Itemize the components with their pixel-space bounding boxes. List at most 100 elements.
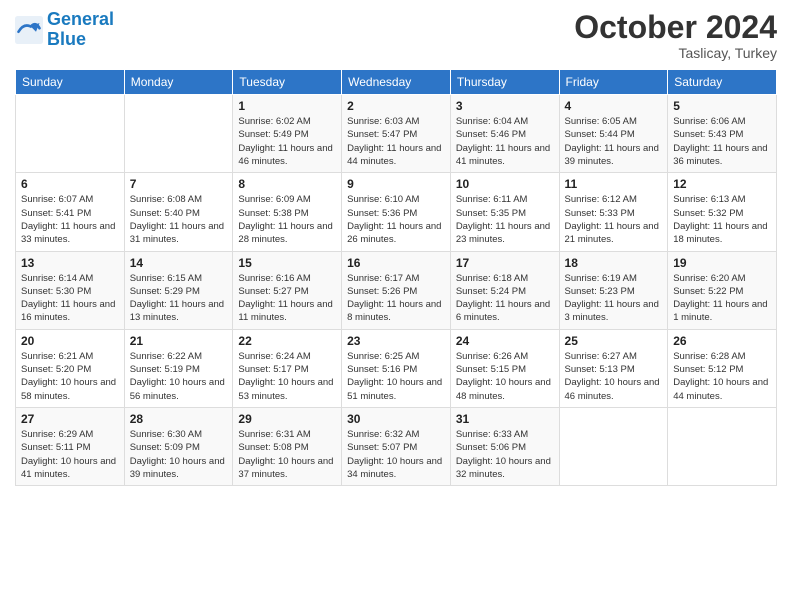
day-number: 26 xyxy=(673,334,771,348)
calendar: Sunday Monday Tuesday Wednesday Thursday… xyxy=(15,69,777,486)
header-friday: Friday xyxy=(559,70,668,95)
day-number: 8 xyxy=(238,177,336,191)
day-number: 27 xyxy=(21,412,119,426)
day-number: 15 xyxy=(238,256,336,270)
calendar-cell: 12Sunrise: 6:13 AM Sunset: 5:32 PM Dayli… xyxy=(668,173,777,251)
calendar-cell xyxy=(559,407,668,485)
day-number: 11 xyxy=(565,177,663,191)
day-number: 25 xyxy=(565,334,663,348)
calendar-cell: 6Sunrise: 6:07 AM Sunset: 5:41 PM Daylig… xyxy=(16,173,125,251)
calendar-cell: 14 Sunrise: 6:15 AM Sunset: 5:29 PM Dayli… xyxy=(124,251,233,329)
day-number: 19 xyxy=(673,256,771,270)
day-info: Sunrise: 6:33 AM Sunset: 5:06 PM Dayligh… xyxy=(456,428,554,481)
day-info: Sunrise: 6:29 AM Sunset: 5:11 PM Dayligh… xyxy=(21,428,119,481)
calendar-cell: 27 Sunrise: 6:29 AM Sunset: 5:11 PM Dayli… xyxy=(16,407,125,485)
calendar-cell: 9Sunrise: 6:10 AM Sunset: 5:36 PM Daylig… xyxy=(342,173,451,251)
calendar-cell: 30 Sunrise: 6:32 AM Sunset: 5:07 PM Dayli… xyxy=(342,407,451,485)
header-monday: Monday xyxy=(124,70,233,95)
calendar-cell: 23 Sunrise: 6:25 AM Sunset: 5:16 PM Dayli… xyxy=(342,329,451,407)
calendar-week-3: 13 Sunrise: 6:14 AM Sunset: 5:30 PM Dayli… xyxy=(16,251,777,329)
day-info: Sunrise: 6:03 AM Sunset: 5:47 PM Dayligh… xyxy=(347,115,445,168)
day-number: 5 xyxy=(673,99,771,113)
day-info: Sunrise: 6:30 AM Sunset: 5:09 PM Dayligh… xyxy=(130,428,228,481)
calendar-cell: 16 Sunrise: 6:17 AM Sunset: 5:26 PM Dayli… xyxy=(342,251,451,329)
day-number: 23 xyxy=(347,334,445,348)
calendar-header-row: Sunday Monday Tuesday Wednesday Thursday… xyxy=(16,70,777,95)
day-number: 6 xyxy=(21,177,119,191)
calendar-cell: 5 Sunrise: 6:06 AM Sunset: 5:43 PM Daylig… xyxy=(668,95,777,173)
logo-text: General Blue xyxy=(47,10,114,50)
calendar-cell: 18Sunrise: 6:19 AM Sunset: 5:23 PM Dayli… xyxy=(559,251,668,329)
calendar-week-2: 6Sunrise: 6:07 AM Sunset: 5:41 PM Daylig… xyxy=(16,173,777,251)
day-number: 12 xyxy=(673,177,771,191)
day-info: Sunrise: 6:09 AM Sunset: 5:38 PM Dayligh… xyxy=(238,193,336,246)
calendar-cell: 15 Sunrise: 6:16 AM Sunset: 5:27 PM Dayli… xyxy=(233,251,342,329)
calendar-cell: 28 Sunrise: 6:30 AM Sunset: 5:09 PM Dayli… xyxy=(124,407,233,485)
day-info: Sunrise: 6:31 AM Sunset: 5:08 PM Dayligh… xyxy=(238,428,336,481)
day-number: 17 xyxy=(456,256,554,270)
day-info: Sunrise: 6:08 AM Sunset: 5:40 PM Dayligh… xyxy=(130,193,228,246)
calendar-cell: 25 Sunrise: 6:27 AM Sunset: 5:13 PM Dayli… xyxy=(559,329,668,407)
calendar-cell: 8 Sunrise: 6:09 AM Sunset: 5:38 PM Daylig… xyxy=(233,173,342,251)
day-info: Sunrise: 6:26 AM Sunset: 5:15 PM Dayligh… xyxy=(456,350,554,403)
day-number: 31 xyxy=(456,412,554,426)
day-info: Sunrise: 6:14 AM Sunset: 5:30 PM Dayligh… xyxy=(21,272,119,325)
day-info: Sunrise: 6:06 AM Sunset: 5:43 PM Dayligh… xyxy=(673,115,771,168)
day-number: 10 xyxy=(456,177,554,191)
calendar-cell: 2 Sunrise: 6:03 AM Sunset: 5:47 PM Daylig… xyxy=(342,95,451,173)
title-block: October 2024 Taslicay, Turkey xyxy=(574,10,777,61)
calendar-week-1: 1Sunrise: 6:02 AM Sunset: 5:49 PM Daylig… xyxy=(16,95,777,173)
calendar-cell: 21Sunrise: 6:22 AM Sunset: 5:19 PM Dayli… xyxy=(124,329,233,407)
day-number: 20 xyxy=(21,334,119,348)
day-number: 21 xyxy=(130,334,228,348)
day-number: 22 xyxy=(238,334,336,348)
page: General Blue October 2024 Taslicay, Turk… xyxy=(0,0,792,612)
day-number: 28 xyxy=(130,412,228,426)
day-number: 3 xyxy=(456,99,554,113)
header-tuesday: Tuesday xyxy=(233,70,342,95)
day-info: Sunrise: 6:21 AM Sunset: 5:20 PM Dayligh… xyxy=(21,350,119,403)
calendar-week-4: 20 Sunrise: 6:21 AM Sunset: 5:20 PM Dayli… xyxy=(16,329,777,407)
logo-line1: General xyxy=(47,9,114,29)
calendar-cell: 26 Sunrise: 6:28 AM Sunset: 5:12 PM Dayli… xyxy=(668,329,777,407)
day-info: Sunrise: 6:20 AM Sunset: 5:22 PM Dayligh… xyxy=(673,272,771,325)
day-info: Sunrise: 6:16 AM Sunset: 5:27 PM Dayligh… xyxy=(238,272,336,325)
calendar-cell: 31 Sunrise: 6:33 AM Sunset: 5:06 PM Dayli… xyxy=(450,407,559,485)
header: General Blue October 2024 Taslicay, Turk… xyxy=(15,10,777,61)
calendar-cell: 11Sunrise: 6:12 AM Sunset: 5:33 PM Dayli… xyxy=(559,173,668,251)
logo-line2: Blue xyxy=(47,29,86,49)
day-number: 2 xyxy=(347,99,445,113)
calendar-cell: 7 Sunrise: 6:08 AM Sunset: 5:40 PM Daylig… xyxy=(124,173,233,251)
day-number: 13 xyxy=(21,256,119,270)
day-info: Sunrise: 6:15 AM Sunset: 5:29 PM Dayligh… xyxy=(130,272,228,325)
day-info: Sunrise: 6:11 AM Sunset: 5:35 PM Dayligh… xyxy=(456,193,554,246)
day-info: Sunrise: 6:27 AM Sunset: 5:13 PM Dayligh… xyxy=(565,350,663,403)
calendar-cell: 22Sunrise: 6:24 AM Sunset: 5:17 PM Dayli… xyxy=(233,329,342,407)
day-number: 4 xyxy=(565,99,663,113)
day-info: Sunrise: 6:32 AM Sunset: 5:07 PM Dayligh… xyxy=(347,428,445,481)
logo: General Blue xyxy=(15,10,114,50)
calendar-cell: 4 Sunrise: 6:05 AM Sunset: 5:44 PM Daylig… xyxy=(559,95,668,173)
header-thursday: Thursday xyxy=(450,70,559,95)
month-title: October 2024 xyxy=(574,10,777,45)
day-info: Sunrise: 6:18 AM Sunset: 5:24 PM Dayligh… xyxy=(456,272,554,325)
day-info: Sunrise: 6:04 AM Sunset: 5:46 PM Dayligh… xyxy=(456,115,554,168)
calendar-cell: 29Sunrise: 6:31 AM Sunset: 5:08 PM Dayli… xyxy=(233,407,342,485)
day-info: Sunrise: 6:28 AM Sunset: 5:12 PM Dayligh… xyxy=(673,350,771,403)
day-number: 14 xyxy=(130,256,228,270)
calendar-week-5: 27 Sunrise: 6:29 AM Sunset: 5:11 PM Dayli… xyxy=(16,407,777,485)
day-info: Sunrise: 6:17 AM Sunset: 5:26 PM Dayligh… xyxy=(347,272,445,325)
calendar-cell: 19 Sunrise: 6:20 AM Sunset: 5:22 PM Dayli… xyxy=(668,251,777,329)
calendar-cell: 20 Sunrise: 6:21 AM Sunset: 5:20 PM Dayli… xyxy=(16,329,125,407)
header-saturday: Saturday xyxy=(668,70,777,95)
header-sunday: Sunday xyxy=(16,70,125,95)
day-number: 24 xyxy=(456,334,554,348)
calendar-cell: 17 Sunrise: 6:18 AM Sunset: 5:24 PM Dayli… xyxy=(450,251,559,329)
day-info: Sunrise: 6:05 AM Sunset: 5:44 PM Dayligh… xyxy=(565,115,663,168)
day-number: 30 xyxy=(347,412,445,426)
header-wednesday: Wednesday xyxy=(342,70,451,95)
day-number: 18 xyxy=(565,256,663,270)
day-info: Sunrise: 6:25 AM Sunset: 5:16 PM Dayligh… xyxy=(347,350,445,403)
day-number: 7 xyxy=(130,177,228,191)
day-number: 16 xyxy=(347,256,445,270)
